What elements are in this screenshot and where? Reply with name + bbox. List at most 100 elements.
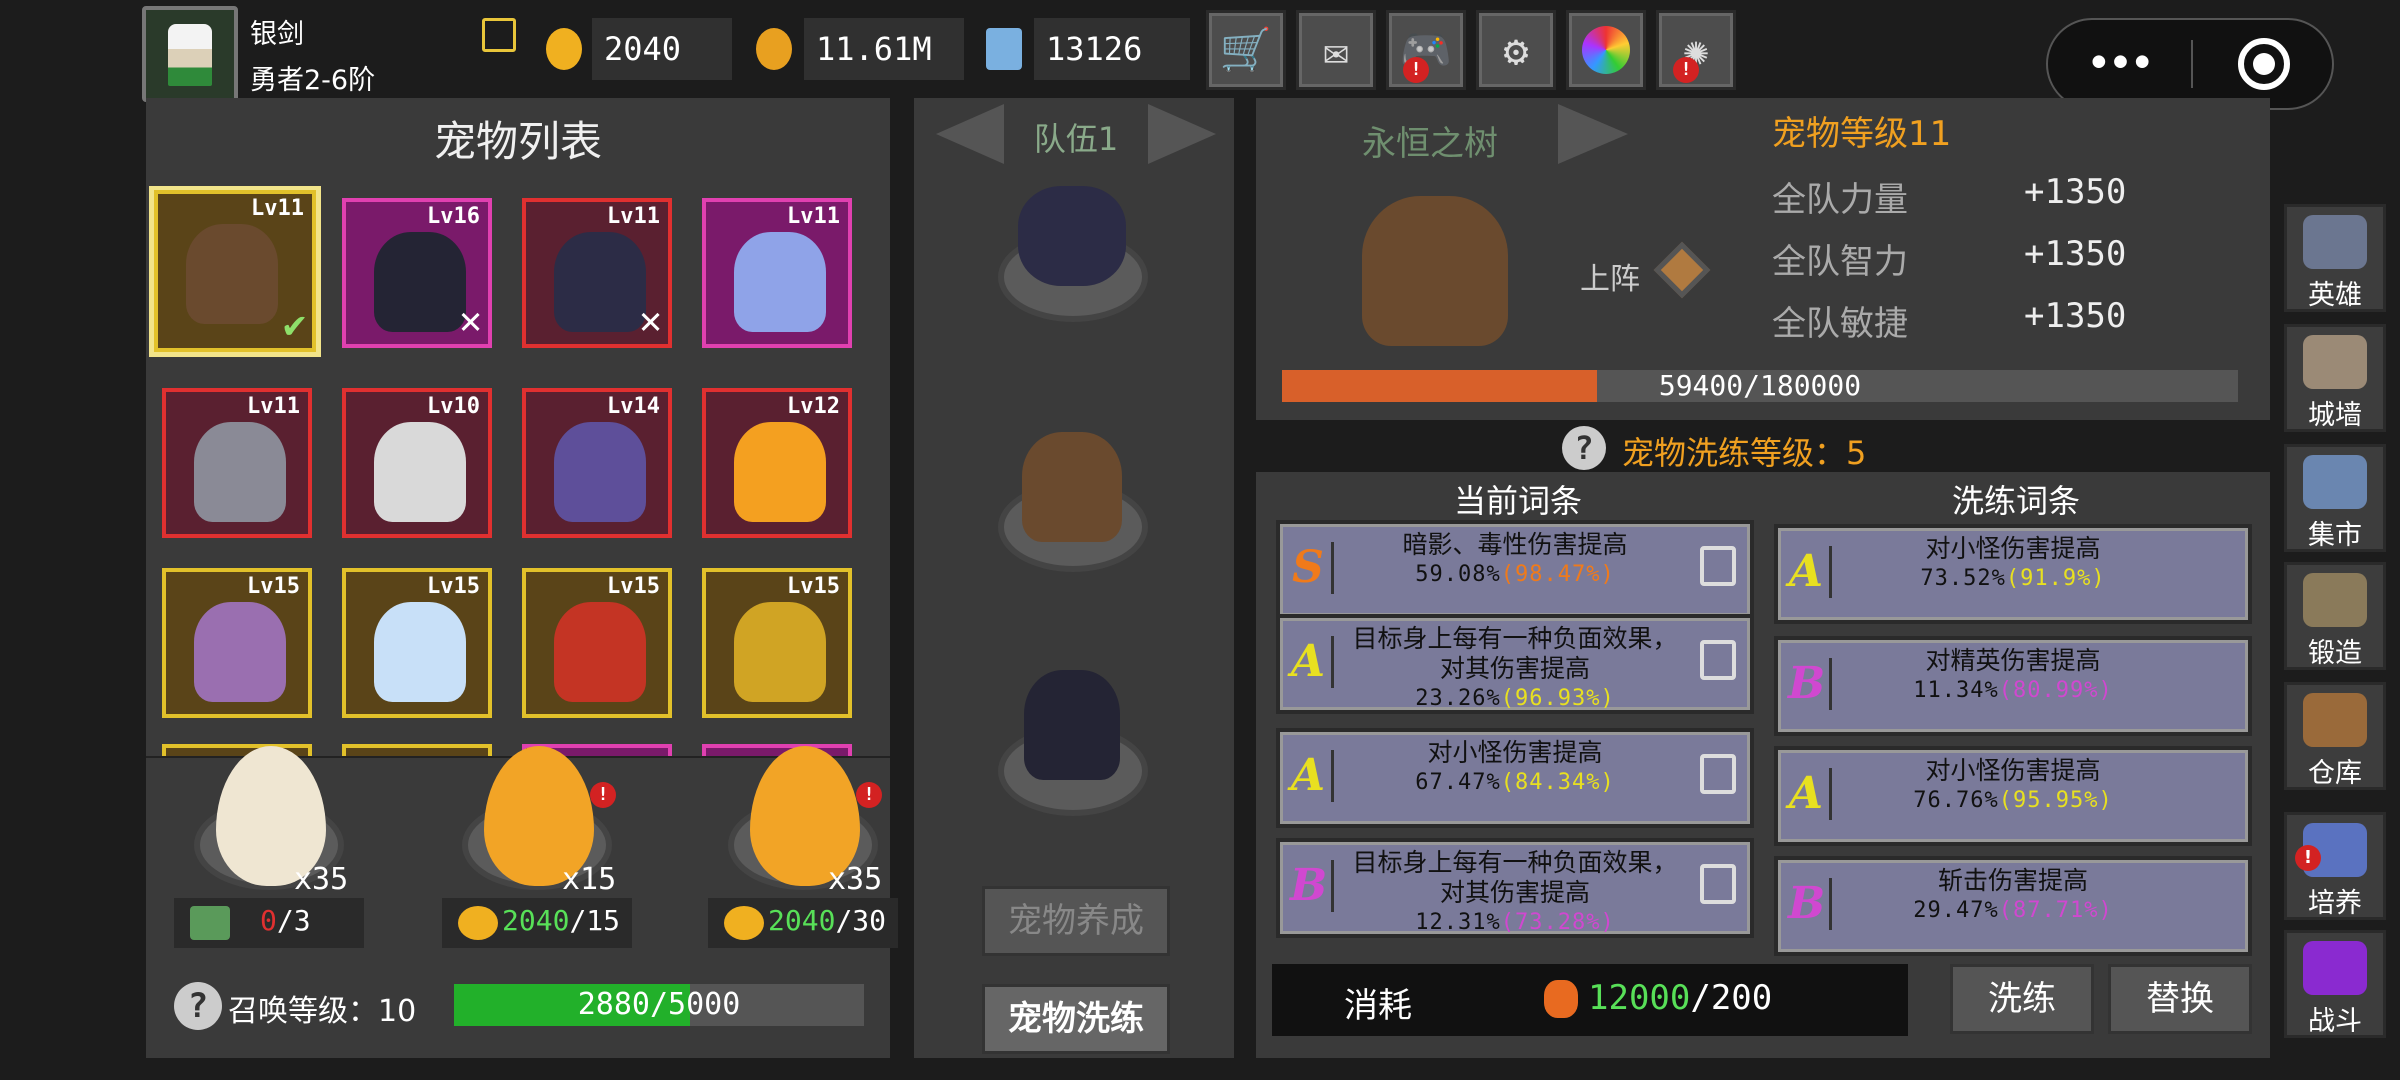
wash-button[interactable]: 洗练 — [1950, 964, 2094, 1034]
pet-card[interactable]: Lv12 — [702, 388, 852, 538]
affix-row[interactable]: B 目标身上每有一种负面效果， 对其伤害提高 12.31%(73.28%) — [1276, 838, 1754, 938]
summon-egg-slot[interactable]: ! x35 2040/30 — [708, 740, 948, 960]
summon-cost-box: 2040/30 — [708, 898, 898, 948]
pet-level-label: Lv15 — [787, 574, 840, 599]
pet-sprite — [734, 602, 826, 702]
edit-name-icon[interactable] — [482, 18, 516, 52]
pet-card[interactable]: Lv15 — [702, 568, 852, 718]
pet-card[interactable]: Lv11 — [702, 198, 852, 348]
helmet-icon — [2303, 215, 2367, 269]
gem-currency-value: 13126 — [1034, 18, 1190, 80]
affix-value: 67.47% — [1415, 770, 1501, 795]
portal-icon — [2303, 941, 2367, 995]
affix-row[interactable]: S 暗影、毒性伤害提高 59.08%(98.47%) — [1276, 520, 1754, 620]
color-button[interactable] — [1566, 10, 1646, 90]
unlock-icon[interactable] — [1700, 754, 1736, 794]
pet-level-label: Lv11 — [251, 196, 304, 221]
help-icon[interactable]: ? — [174, 982, 222, 1030]
affix-grade: A — [1290, 746, 1334, 806]
team-pet-3 — [1024, 670, 1120, 780]
pet-train-button[interactable]: 宠物养成 — [982, 886, 1170, 956]
pet-card[interactable]: Lv14 — [522, 388, 672, 538]
help-icon[interactable]: ? — [1562, 426, 1606, 470]
pet-card[interactable]: Lv15 — [522, 568, 672, 718]
nav-helmet-button[interactable]: 英雄 — [2284, 204, 2386, 312]
pet-sprite — [374, 422, 466, 522]
gamepad-button[interactable]: 🎮! — [1386, 10, 1466, 90]
egg-count: x35 — [294, 862, 349, 897]
unlock-icon[interactable] — [1700, 546, 1736, 586]
wash-material-icon — [1544, 980, 1578, 1018]
player-avatar[interactable] — [142, 6, 238, 102]
pet-level-label: Lv12 — [787, 394, 840, 419]
replace-button[interactable]: 替换 — [2108, 964, 2252, 1034]
pet-level-label: Lv11 — [787, 204, 840, 229]
summon-cost-box: 2040/15 — [442, 898, 632, 948]
deploy-label: 上阵 — [1580, 262, 1640, 297]
pet-card[interactable]: Lv11 ✕ — [522, 198, 672, 348]
market-icon — [2303, 455, 2367, 509]
nav-market-button[interactable]: 集市 — [2284, 444, 2386, 552]
pet-sprite — [734, 232, 826, 332]
pet-sprite — [194, 602, 286, 702]
wall-icon — [2303, 335, 2367, 389]
summon-cost: 2040 — [768, 904, 836, 937]
nav-wall-button[interactable]: 城墙 — [2284, 324, 2386, 432]
affix-row[interactable]: A 对小怪伤害提高 67.47%(84.34%) — [1276, 728, 1754, 828]
nav-portal-button[interactable]: 战斗 — [2284, 930, 2386, 1038]
summon-progress-bar: 2880/5000 — [454, 984, 864, 1026]
pet-card[interactable]: Lv15 — [342, 568, 492, 718]
affix-row[interactable]: A 对小怪伤害提高 73.52%(91.9%) — [1774, 524, 2252, 624]
mail-button[interactable]: ✉ — [1296, 10, 1376, 90]
pet-sprite — [374, 602, 466, 702]
affix-quality: (95.95%) — [1998, 788, 2113, 813]
pet-card[interactable]: Lv16 ✕ — [342, 198, 492, 348]
nav-cultivate-button[interactable]: 培养! — [2284, 812, 2386, 920]
summon-egg-slot[interactable]: x35 0/3 — [174, 740, 414, 960]
x-icon: ✕ — [639, 298, 662, 342]
summon-area: x35 0/3! x15 2040/15! x35 2040/30 — [146, 740, 898, 960]
pet-wash-button[interactable]: 宠物洗练 — [982, 984, 1170, 1054]
cost-need: /200 — [1690, 978, 1773, 1018]
nav-label: 英雄 — [2308, 280, 2362, 311]
pet-card[interactable]: Lv11 — [162, 388, 312, 538]
affix-row[interactable]: B 斩击伤害提高 29.47%(87.71%) — [1774, 856, 2252, 956]
affix-text-2: 对其伤害提高 — [1439, 878, 1590, 907]
shop-button[interactable]: 🛒 — [1206, 10, 1286, 90]
alert-badge: ! — [1403, 57, 1429, 83]
nav-label: 培养 — [2308, 888, 2362, 919]
alert-badge: ! — [590, 782, 616, 808]
nav-anvil-button[interactable]: 锻造 — [2284, 562, 2386, 670]
event-button[interactable]: ✺! — [1656, 10, 1736, 90]
pet-card[interactable]: Lv11 ✔ — [149, 186, 321, 357]
affix-value: 12.31% — [1415, 910, 1501, 935]
stat-value: +1350 — [2024, 296, 2127, 336]
close-miniprogram-icon[interactable] — [2238, 38, 2290, 90]
settings-button[interactable]: ⚙ — [1476, 10, 1556, 90]
affix-row[interactable]: B 对精英伤害提高 11.34%(80.99%) — [1774, 636, 2252, 736]
affix-value: 11.34% — [1913, 678, 1999, 703]
summon-egg-slot[interactable]: ! x15 2040/15 — [442, 740, 682, 960]
alert-badge: ! — [2295, 845, 2321, 871]
summon-cost-box: 0/3 — [174, 898, 364, 948]
affix-row[interactable]: A 目标身上每有一种负面效果， 对其伤害提高 23.26%(96.93%) — [1276, 614, 1754, 714]
affix-row[interactable]: A 对小怪伤害提高 76.76%(95.95%) — [1774, 746, 2252, 846]
pet-card[interactable]: Lv15 — [162, 568, 312, 718]
player-name: 银剑 — [250, 19, 304, 50]
affix-value: 76.76% — [1913, 788, 1999, 813]
unlock-icon[interactable] — [1700, 864, 1736, 904]
affix-grade: A — [1290, 632, 1334, 692]
pet-card[interactable]: Lv10 — [342, 388, 492, 538]
cost-label: 消耗 — [1344, 986, 1412, 1026]
nav-warehouse-button[interactable]: 仓库 — [2284, 682, 2386, 790]
affix-text: 对精英伤害提高 — [1925, 646, 2101, 675]
unlock-icon[interactable] — [1700, 640, 1736, 680]
egg-currency-icon — [546, 28, 582, 70]
pet-level-label: Lv15 — [427, 574, 480, 599]
gem-currency-icon — [986, 28, 1022, 70]
more-icon[interactable]: ••• — [2088, 44, 2153, 84]
coin-currency-icon — [756, 28, 792, 70]
capsule-divider — [2191, 40, 2193, 88]
cart-icon: 🛒 — [1219, 25, 1273, 74]
cost-box: 消耗 12000/200 — [1272, 964, 1908, 1036]
